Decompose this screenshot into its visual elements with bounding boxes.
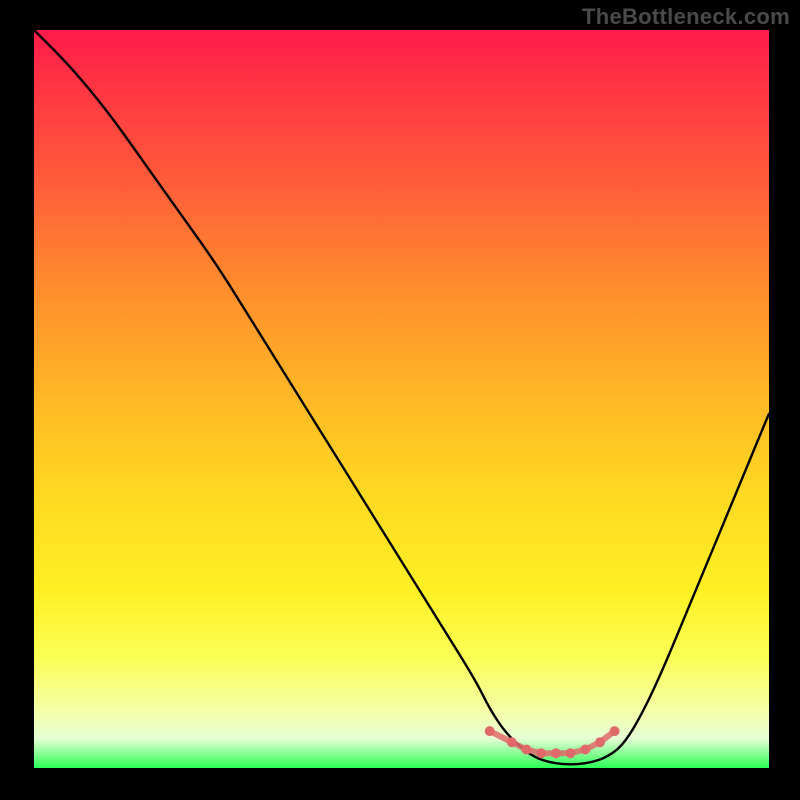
sweet-spot-dot: [610, 726, 620, 736]
bottleneck-curve-path: [34, 30, 769, 764]
sweet-spot-dot: [485, 726, 495, 736]
watermark-text: TheBottleneck.com: [582, 4, 790, 30]
sweet-spot-dot: [580, 745, 590, 755]
plot-area: [34, 30, 769, 768]
sweet-spot-dot: [595, 737, 605, 747]
sweet-spot-dot: [566, 748, 576, 758]
sweet-spot-dot: [507, 737, 517, 747]
sweet-spot-dot: [522, 745, 532, 755]
chart-frame: TheBottleneck.com: [0, 0, 800, 800]
sweet-spot-dot: [551, 748, 561, 758]
curve-layer: [34, 30, 769, 768]
sweet-spot-dot: [536, 748, 546, 758]
